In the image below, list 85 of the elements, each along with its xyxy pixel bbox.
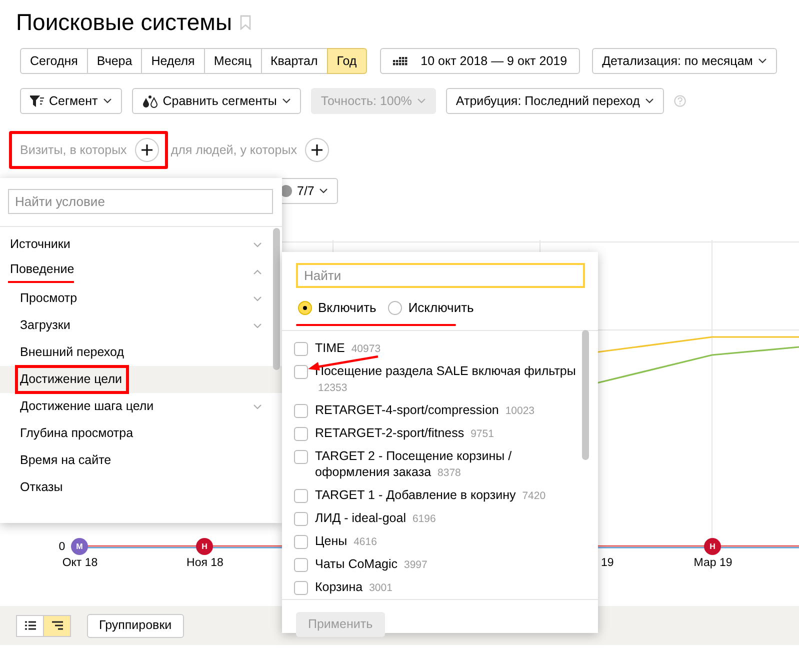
period-tab[interactable]: Квартал <box>260 48 328 74</box>
event-marker[interactable]: Н <box>196 538 213 555</box>
menu-item[interactable]: Глубина просмотра <box>0 420 282 447</box>
caret-icon <box>253 322 262 328</box>
checkbox[interactable] <box>294 580 308 594</box>
search-field[interactable]: Найти условие <box>8 189 273 214</box>
caret-icon <box>319 188 328 194</box>
calendar-icon <box>392 56 408 66</box>
period-tab[interactable]: Сегодня <box>20 48 88 74</box>
goal-label[interactable]: RETARGET-4-sport/compression 10023 <box>315 402 535 418</box>
checkbox[interactable] <box>294 404 308 418</box>
drops-icon <box>142 94 158 108</box>
scrollbar[interactable] <box>582 330 589 460</box>
grouping-button[interactable]: Группировки <box>87 614 184 638</box>
menu-item[interactable]: Время на сайте <box>0 447 282 474</box>
event-marker[interactable]: М <box>71 538 88 555</box>
menu-item[interactable]: Просмотр <box>0 285 282 312</box>
caret-icon <box>253 242 262 248</box>
tree-view-button[interactable] <box>43 614 71 636</box>
caret-icon <box>102 98 112 104</box>
goal-label[interactable]: TIME 40973 <box>315 340 381 356</box>
goal-label[interactable]: Посещение раздела SALE включая фильтры 12353 <box>315 362 578 396</box>
radio-label[interactable]: Включить <box>318 298 376 318</box>
caret-icon <box>282 98 291 104</box>
goal-label[interactable]: Цены 4616 <box>315 532 377 550</box>
goal-label[interactable]: Чаты CoMagic 3997 <box>315 556 428 572</box>
search-field[interactable]: Найти <box>296 263 585 288</box>
filter-icon <box>30 95 44 107</box>
radio-button[interactable] <box>298 300 312 315</box>
radio-button[interactable] <box>388 300 402 315</box>
checkbox[interactable] <box>294 364 308 378</box>
menu-item[interactable]: Внешний переход <box>0 339 282 366</box>
date-range-button[interactable]: 10 окт 2018 — 9 окт 2019 <box>380 48 580 74</box>
caret-icon <box>253 404 262 410</box>
axis-label: Мар 19 <box>694 556 732 571</box>
bookmark-icon[interactable] <box>240 14 251 30</box>
axis-label: 0 <box>58 540 66 555</box>
compare-dropdown[interactable]: Сравнить сегменты <box>132 88 301 114</box>
goal-label[interactable]: Корзина 3001 <box>315 578 392 596</box>
axis-label: 19 <box>601 556 614 571</box>
goal-label[interactable]: ЛИД - ideal-goal 6196 <box>315 510 436 526</box>
axis-label: Ноя 18 <box>186 556 224 571</box>
scrollbar[interactable] <box>273 228 280 370</box>
goal-label[interactable]: RETARGET-2-sport/fitness 9751 <box>315 424 494 442</box>
plus-icon <box>140 144 153 156</box>
checkbox[interactable] <box>294 488 308 502</box>
axis-label: Окт 18 <box>62 556 98 571</box>
list-icon <box>24 621 36 630</box>
period-tab[interactable]: Неделя <box>141 48 205 74</box>
condition-label: для людей, у которых <box>170 142 297 159</box>
caret-icon <box>644 98 654 104</box>
checkbox[interactable] <box>294 558 308 572</box>
period-tab[interactable]: Вчера <box>86 48 142 74</box>
tree-icon <box>52 621 62 630</box>
plus-icon <box>310 144 323 156</box>
detail-dropdown[interactable]: Детализация: по месяцам <box>592 48 777 74</box>
menu-item[interactable]: Поведение <box>0 258 282 285</box>
menu-item[interactable]: Достижение шага цели <box>0 393 282 420</box>
menu-item[interactable]: Достижение цели <box>0 366 282 393</box>
checkbox[interactable] <box>294 426 308 440</box>
add-condition-button[interactable] <box>134 138 159 162</box>
menu-item[interactable]: Отказы <box>0 474 282 501</box>
period-tab[interactable]: Год <box>326 48 367 74</box>
period-tab[interactable]: Месяц <box>204 48 262 74</box>
event-marker[interactable]: Н <box>704 538 721 555</box>
menu-item[interactable]: Источники <box>0 231 282 258</box>
condition-label: Визиты, в которых <box>20 142 127 159</box>
checkbox[interactable] <box>294 450 308 464</box>
caret-icon <box>758 58 767 64</box>
goal-label[interactable]: TARGET 1 - Добавление в корзину 7420 <box>315 486 546 504</box>
caret-icon <box>416 98 426 104</box>
add-condition-button[interactable] <box>304 138 329 162</box>
goal-label[interactable]: TARGET 2 - Посещение корзины / оформления заказа 8378 <box>315 448 578 480</box>
checkbox[interactable] <box>294 534 308 548</box>
help-icon <box>674 95 686 107</box>
list-view-button[interactable] <box>16 614 44 636</box>
checkbox[interactable] <box>294 342 308 356</box>
caret-icon <box>253 296 262 302</box>
segment-dropdown[interactable]: Сегмент <box>20 88 122 114</box>
filter-dropdown[interactable]: Атрибуция: Последний переход <box>446 88 664 114</box>
page-title: Поисковые системы <box>16 8 232 36</box>
radio-label[interactable]: Исключить <box>408 298 474 318</box>
caret-icon <box>253 268 262 274</box>
menu-item[interactable]: Загрузки <box>0 312 282 339</box>
checkbox[interactable] <box>294 512 308 526</box>
